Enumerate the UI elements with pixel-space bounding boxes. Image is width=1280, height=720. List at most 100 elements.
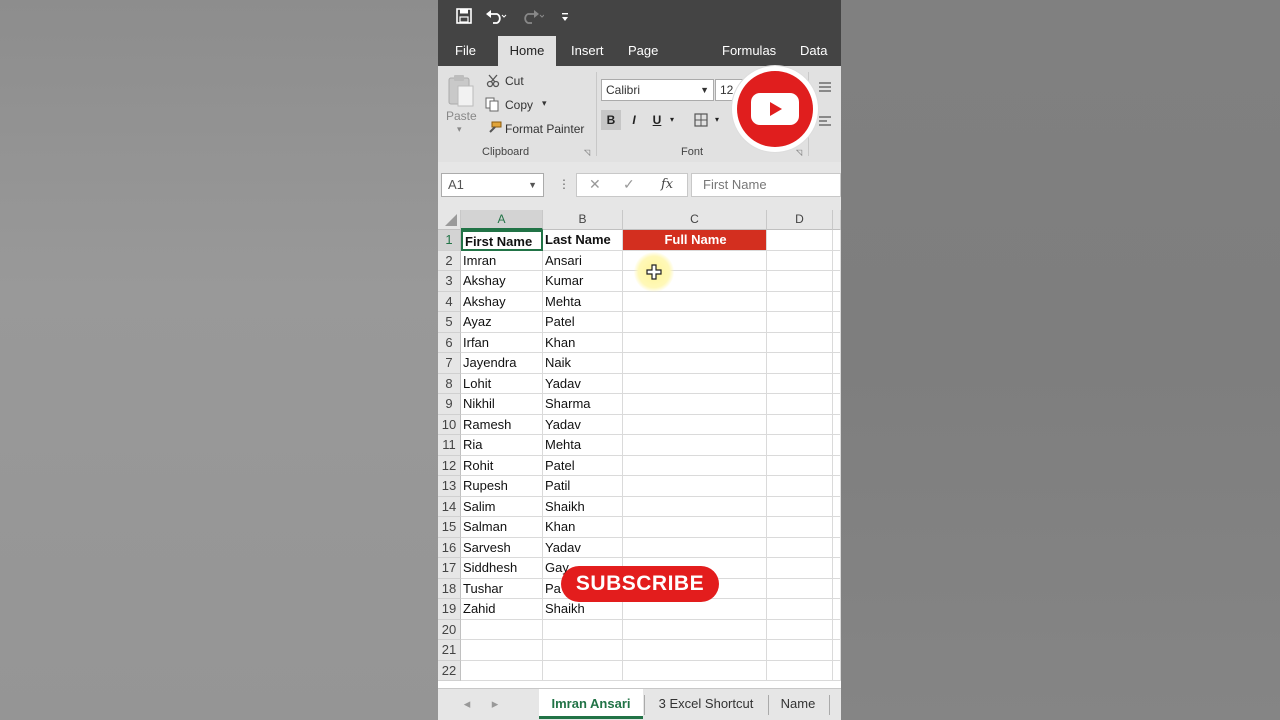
table-cell-e[interactable] xyxy=(833,517,841,538)
row-header[interactable]: 8 xyxy=(438,373,461,394)
table-cell-a[interactable]: Ayaz xyxy=(461,312,543,333)
row-header[interactable]: 1 xyxy=(438,230,461,251)
table-cell-a[interactable]: Tushar xyxy=(461,578,543,599)
row-header[interactable]: 11 xyxy=(438,435,461,456)
table-cell-e[interactable] xyxy=(833,353,841,374)
table-cell-c[interactable] xyxy=(623,496,767,517)
row-header[interactable]: 21 xyxy=(438,640,461,661)
subscribe-button[interactable]: SUBSCRIBE xyxy=(561,566,719,602)
table-cell-a[interactable] xyxy=(461,619,543,640)
table-cell-a[interactable]: Sarvesh xyxy=(461,537,543,558)
tab-formulas[interactable]: Formulas xyxy=(722,36,778,66)
table-cell-b[interactable]: Yadav xyxy=(543,414,623,435)
table-cell-b[interactable]: Shaikh xyxy=(543,496,623,517)
tab-page-layout[interactable]: Page Layout xyxy=(628,36,698,88)
table-cell-d[interactable] xyxy=(767,558,833,579)
table-cell-a[interactable] xyxy=(461,660,543,681)
column-header-a[interactable]: A xyxy=(461,210,543,230)
paste-icon[interactable] xyxy=(447,74,475,113)
row-header[interactable]: 16 xyxy=(438,537,461,558)
table-cell-b[interactable]: Patel xyxy=(543,312,623,333)
table-cell-b[interactable]: Ansari xyxy=(543,250,623,271)
table-cell-e[interactable] xyxy=(833,476,841,497)
table-cell-d[interactable] xyxy=(767,537,833,558)
table-cell-b[interactable]: Mehta xyxy=(543,291,623,312)
scroll-right-icon[interactable]: ▸ xyxy=(488,689,502,719)
cut-button[interactable]: Cut xyxy=(505,74,524,88)
table-cell-c[interactable] xyxy=(623,312,767,333)
clipboard-launcher-icon[interactable]: ◹ xyxy=(584,148,590,157)
row-header[interactable]: 2 xyxy=(438,250,461,271)
sheet-tab-excel-shortcut[interactable]: 3 Excel Shortcut xyxy=(648,689,764,719)
table-cell-c[interactable] xyxy=(623,332,767,353)
table-cell-a[interactable]: Salim xyxy=(461,496,543,517)
table-cell-a[interactable]: Ramesh xyxy=(461,414,543,435)
table-cell-d[interactable] xyxy=(767,640,833,661)
table-cell-d[interactable] xyxy=(767,353,833,374)
table-cell-a[interactable]: Rohit xyxy=(461,455,543,476)
column-header-e[interactable] xyxy=(833,210,841,230)
table-cell-d[interactable] xyxy=(767,435,833,456)
row-header[interactable]: 17 xyxy=(438,558,461,579)
table-cell-b[interactable]: Khan xyxy=(543,517,623,538)
header-cell-d[interactable] xyxy=(767,230,833,251)
sheet-tab-name[interactable]: Name xyxy=(772,689,824,719)
table-cell-c[interactable] xyxy=(623,517,767,538)
fx-icon[interactable]: fx xyxy=(661,177,673,192)
table-cell-d[interactable] xyxy=(767,332,833,353)
table-cell-e[interactable] xyxy=(833,373,841,394)
header-cell-e[interactable] xyxy=(833,230,841,251)
table-cell-b[interactable]: Yadav xyxy=(543,373,623,394)
underline-dropdown-icon[interactable]: ▾ xyxy=(666,110,678,130)
row-header[interactable]: 18 xyxy=(438,578,461,599)
row-header[interactable]: 9 xyxy=(438,394,461,415)
cancel-icon[interactable]: ✕ xyxy=(589,176,601,193)
table-cell-d[interactable] xyxy=(767,414,833,435)
select-all-corner[interactable] xyxy=(438,210,461,230)
column-header-d[interactable]: D xyxy=(767,210,833,230)
customize-toolbar-icon[interactable] xyxy=(560,10,570,27)
format-painter-icon[interactable] xyxy=(486,121,502,140)
row-header[interactable]: 6 xyxy=(438,332,461,353)
formula-input[interactable]: First Name xyxy=(691,173,841,197)
table-cell-d[interactable] xyxy=(767,619,833,640)
sheet-tab-imran-ansari[interactable]: Imran Ansari xyxy=(539,689,643,719)
table-cell-b[interactable] xyxy=(543,660,623,681)
table-cell-e[interactable] xyxy=(833,271,841,292)
table-cell-e[interactable] xyxy=(833,619,841,640)
table-cell-a[interactable]: Irfan xyxy=(461,332,543,353)
table-cell-e[interactable] xyxy=(833,414,841,435)
table-cell-b[interactable]: Kumar xyxy=(543,271,623,292)
row-header[interactable]: 10 xyxy=(438,414,461,435)
table-cell-d[interactable] xyxy=(767,291,833,312)
table-cell-d[interactable] xyxy=(767,599,833,620)
table-cell-d[interactable] xyxy=(767,455,833,476)
tab-insert[interactable]: Insert xyxy=(571,36,607,66)
table-cell-c[interactable] xyxy=(623,455,767,476)
align-top-icon[interactable] xyxy=(818,80,832,98)
table-cell-b[interactable]: Patel xyxy=(543,455,623,476)
table-cell-a[interactable]: Akshay xyxy=(461,291,543,312)
table-cell-c[interactable] xyxy=(623,476,767,497)
table-cell-e[interactable] xyxy=(833,599,841,620)
column-header-b[interactable]: B xyxy=(543,210,623,230)
table-cell-c[interactable] xyxy=(623,599,767,620)
table-cell-a[interactable]: Salman xyxy=(461,517,543,538)
row-header[interactable]: 19 xyxy=(438,599,461,620)
table-cell-d[interactable] xyxy=(767,578,833,599)
row-header[interactable]: 12 xyxy=(438,455,461,476)
tab-home[interactable]: Home xyxy=(498,36,556,66)
table-cell-c[interactable] xyxy=(623,414,767,435)
row-header[interactable]: 20 xyxy=(438,619,461,640)
table-cell-b[interactable]: Patil xyxy=(543,476,623,497)
table-cell-b[interactable] xyxy=(543,640,623,661)
cut-icon[interactable] xyxy=(486,74,500,93)
table-cell-c[interactable] xyxy=(623,537,767,558)
more-options-icon[interactable]: ⋮ xyxy=(558,177,570,191)
row-header[interactable]: 5 xyxy=(438,312,461,333)
table-cell-e[interactable] xyxy=(833,640,841,661)
name-box[interactable]: A1 ▼ xyxy=(441,173,544,197)
table-cell-b[interactable]: Sharma xyxy=(543,394,623,415)
table-cell-b[interactable]: Naik xyxy=(543,353,623,374)
table-cell-e[interactable] xyxy=(833,558,841,579)
